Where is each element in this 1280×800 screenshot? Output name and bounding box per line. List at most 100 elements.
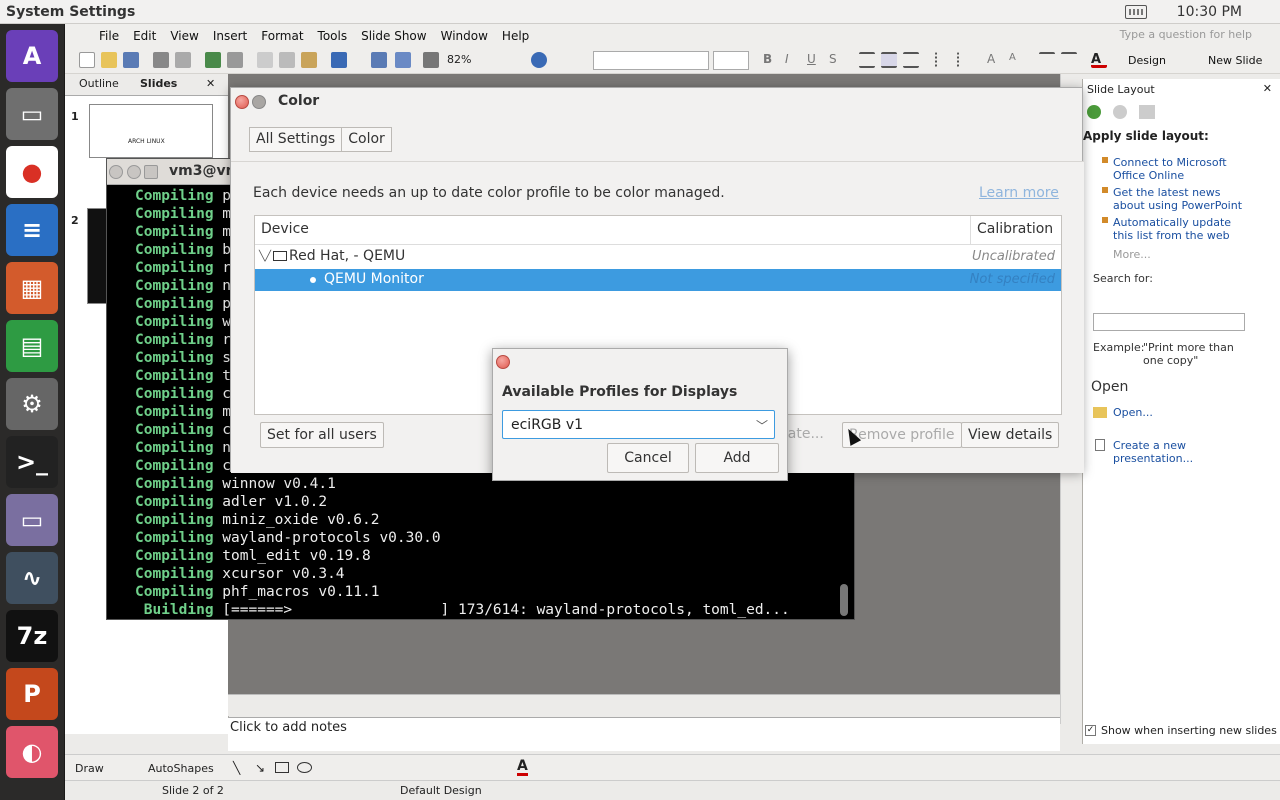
line-icon[interactable]: ╲	[233, 761, 240, 775]
device-column-header[interactable]: Device	[261, 221, 309, 237]
underline-icon[interactable]: U	[807, 52, 823, 68]
font-name-select[interactable]	[593, 51, 709, 70]
show-inserting-checkbox[interactable]: ✓ Show when inserting new slides	[1085, 724, 1277, 737]
remove-profile-button[interactable]: Remove profile	[842, 422, 962, 448]
open-icon[interactable]	[101, 52, 117, 68]
menu-window[interactable]: Window	[441, 29, 488, 43]
launcher-chrome-icon[interactable]: ●	[6, 146, 58, 198]
decrease-indent-icon[interactable]	[1039, 52, 1055, 68]
launcher-powerpoint-icon[interactable]: P	[6, 668, 58, 720]
preview-icon[interactable]	[175, 52, 191, 68]
grow-font-icon[interactable]: A	[987, 52, 1003, 68]
font-color-icon[interactable]: A	[517, 759, 528, 776]
launcher-impress-icon[interactable]: ▦	[6, 262, 58, 314]
link-auto-update[interactable]: Automatically update this list from the …	[1113, 216, 1253, 242]
slide-thumbnail-2[interactable]	[87, 208, 107, 304]
save-icon[interactable]	[123, 52, 139, 68]
close-icon[interactable]: ✕	[206, 77, 215, 90]
undo-icon[interactable]	[331, 52, 347, 68]
numbering-icon[interactable]	[935, 52, 951, 68]
new-icon[interactable]	[79, 52, 95, 68]
menu-insert[interactable]: Insert	[213, 29, 247, 43]
slide-thumbnail-1[interactable]: ARCH LINUX	[89, 104, 213, 158]
align-left-icon[interactable]	[859, 52, 875, 68]
launcher-terminal-icon[interactable]: >_	[6, 436, 58, 488]
font-color-icon[interactable]: A	[1091, 52, 1107, 68]
close-icon[interactable]	[496, 355, 510, 369]
grid-icon[interactable]	[423, 52, 439, 68]
clock[interactable]: 10:30 PM	[1177, 4, 1242, 20]
launcher-files-drive-icon[interactable]: ▭	[6, 88, 58, 140]
link-latest-news[interactable]: Get the latest news about using PowerPoi…	[1113, 186, 1253, 212]
copy-icon[interactable]	[279, 52, 295, 68]
increase-indent-icon[interactable]	[1061, 52, 1077, 68]
all-settings-button[interactable]: All Settings	[249, 127, 343, 152]
profile-select[interactable]: eciRGB v1 ﹀	[502, 410, 775, 439]
oval-icon[interactable]	[297, 762, 312, 773]
profile-row-qemu-monitor[interactable]: QEMU Monitor Not specified	[255, 269, 1061, 291]
learn-more-link[interactable]: Learn more	[979, 185, 1059, 201]
cancel-button[interactable]: Cancel	[607, 443, 689, 473]
add-button[interactable]: Add	[695, 443, 779, 473]
create-presentation-link[interactable]: Create a new presentation...	[1113, 439, 1263, 465]
close-icon[interactable]	[235, 95, 249, 109]
minimize-icon[interactable]	[127, 165, 141, 179]
launcher-color-wheel-icon[interactable]: ◐	[6, 726, 58, 778]
table-icon[interactable]	[395, 52, 411, 68]
align-center-icon[interactable]	[881, 52, 897, 68]
device-row-redhat[interactable]: ╲╱ Red Hat, - QEMU Uncalibrated	[255, 246, 1061, 268]
menu-tools[interactable]: Tools	[318, 29, 348, 43]
align-right-icon[interactable]	[903, 52, 919, 68]
launcher-writer-icon[interactable]: ≡	[6, 204, 58, 256]
back-icon[interactable]	[1087, 105, 1101, 119]
cut-icon[interactable]	[257, 52, 273, 68]
search-input[interactable]	[1093, 313, 1245, 331]
link-connect-office[interactable]: Connect to Microsoft Office Online	[1113, 156, 1253, 182]
menu-help[interactable]: Help	[502, 29, 529, 43]
launcher-7zip-icon[interactable]: 7z	[6, 610, 58, 662]
view-details-button[interactable]: View details	[961, 422, 1060, 448]
launcher-launcher-logo-icon[interactable]: A	[6, 30, 58, 82]
collapse-chevron-icon[interactable]: ╲╱	[259, 251, 271, 262]
chart-icon[interactable]	[371, 52, 387, 68]
arrow-icon[interactable]: ↘	[255, 761, 265, 775]
notes-area[interactable]: Click to add notes	[228, 717, 1060, 751]
spellcheck-icon[interactable]	[205, 52, 221, 68]
open-link[interactable]: Open...	[1113, 406, 1253, 419]
menu-view[interactable]: View	[170, 29, 198, 43]
close-icon[interactable]	[109, 165, 123, 179]
font-size-select[interactable]	[713, 51, 749, 70]
color-window-titlebar[interactable]: Color	[231, 88, 1082, 116]
paste-icon[interactable]	[301, 52, 317, 68]
help-icon[interactable]	[531, 52, 547, 68]
shadow-icon[interactable]: S	[829, 52, 845, 68]
checkbox-icon[interactable]: ✓	[1085, 725, 1096, 736]
tab-outline[interactable]: Outline	[79, 77, 119, 90]
design-button[interactable]: Design	[1128, 54, 1166, 67]
menu-file[interactable]: File	[99, 29, 119, 43]
launcher-settings-icon[interactable]: ⚙	[6, 378, 58, 430]
launcher-calc-icon[interactable]: ▤	[6, 320, 58, 372]
forward-icon[interactable]	[1113, 105, 1127, 119]
home-icon[interactable]	[1139, 105, 1155, 119]
calibration-column-header[interactable]: Calibration	[970, 216, 1062, 245]
close-icon[interactable]: ✕	[1263, 82, 1272, 95]
autoshapes-menu[interactable]: AutoShapes	[148, 762, 214, 775]
more-link[interactable]: More...	[1113, 248, 1151, 261]
new-slide-button[interactable]: New Slide	[1208, 54, 1262, 67]
print-icon[interactable]	[153, 52, 169, 68]
research-icon[interactable]	[227, 52, 243, 68]
menu-format[interactable]: Format	[261, 29, 303, 43]
italic-icon[interactable]: I	[785, 52, 801, 68]
terminal-scrollbar[interactable]	[840, 584, 848, 616]
keyboard-icon[interactable]	[1124, 5, 1147, 19]
launcher-system-monitor-icon[interactable]: ∿	[6, 552, 58, 604]
bullets-icon[interactable]	[957, 52, 973, 68]
menu-slide-show[interactable]: Slide Show	[361, 29, 426, 43]
draw-menu[interactable]: Draw	[75, 762, 104, 775]
help-search-input[interactable]: Type a question for help	[1120, 28, 1252, 41]
shrink-font-icon[interactable]: A	[1009, 52, 1025, 68]
launcher-folder-icon[interactable]: ▭	[6, 494, 58, 546]
horizontal-scrollbar[interactable]	[228, 694, 1060, 716]
set-for-all-users-button[interactable]: Set for all users	[260, 422, 384, 448]
